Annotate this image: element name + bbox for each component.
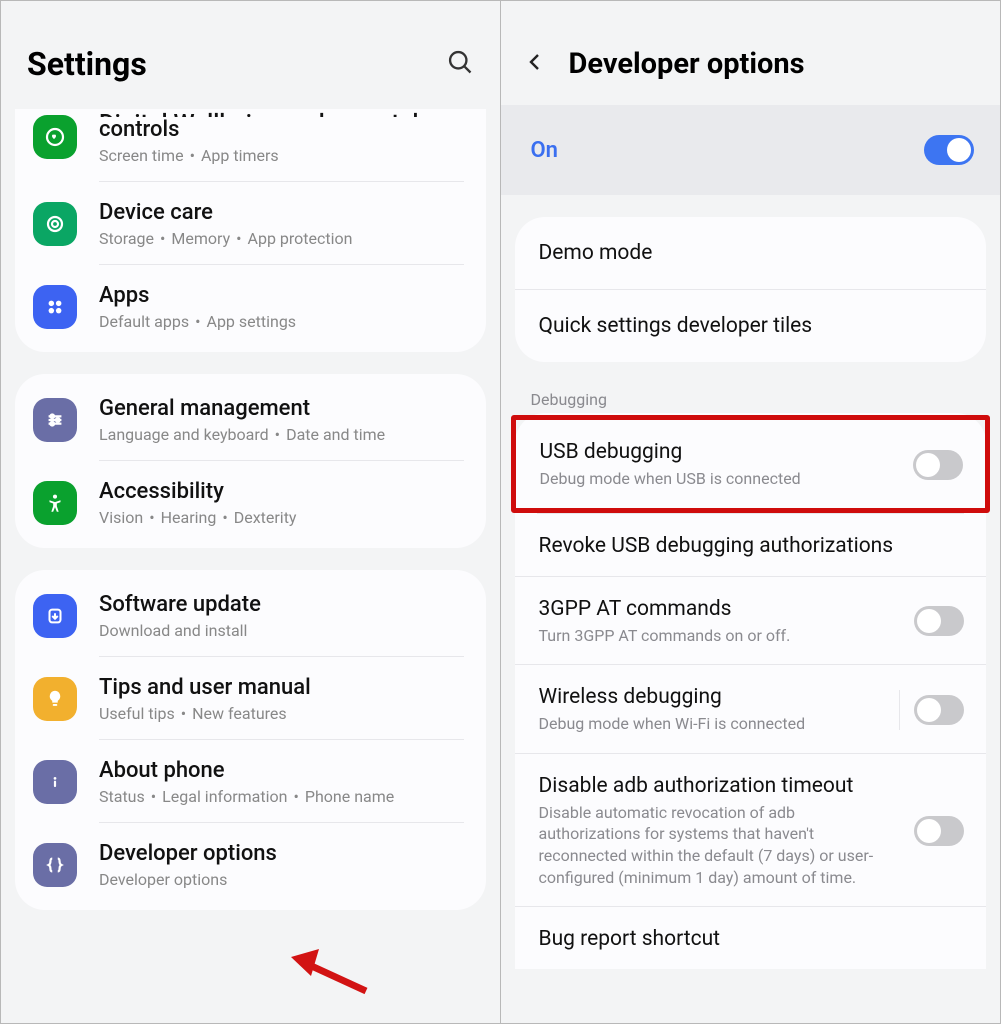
row-title: Wireless debugging — [539, 685, 886, 709]
row-subtitle: Developer options — [99, 870, 464, 889]
row-device-care[interactable]: Device care Storage•Memory•App protectio… — [15, 182, 486, 265]
master-toggle[interactable] — [924, 135, 974, 165]
row-title: Tips and user manual — [99, 675, 464, 700]
section-label-debugging: Debugging — [501, 362, 1001, 413]
row-title: Apps — [99, 283, 464, 308]
row-title: Device care — [99, 200, 464, 225]
row-apps[interactable]: Apps Default apps•App settings — [15, 265, 486, 348]
apps-grid-icon — [33, 285, 77, 329]
row-title: Software update — [99, 592, 464, 617]
settings-group-3: Software update Download and install Tip… — [15, 570, 486, 910]
search-icon[interactable] — [446, 48, 474, 80]
row-demo-mode[interactable]: Demo mode — [515, 217, 987, 290]
row-subtitle: Debug mode when Wi-Fi is connected — [539, 713, 886, 735]
3gpp-at-toggle[interactable] — [914, 606, 964, 636]
row-usb-debugging[interactable]: USB debugging Debug mode when USB is con… — [516, 420, 986, 508]
arrow-annotation — [291, 949, 371, 997]
row-subtitle: Useful tips•New features — [99, 704, 464, 723]
row-title: USB debugging — [540, 440, 900, 464]
row-digital-wellbeing[interactable]: Digital Wellbeing and parental controls … — [15, 109, 486, 182]
developer-title: Developer options — [569, 47, 805, 81]
sliders-icon — [33, 398, 77, 442]
device-care-icon — [33, 202, 77, 246]
developer-header: Developer options — [501, 1, 1001, 105]
developer-master-toggle-row[interactable]: On — [501, 105, 1001, 195]
row-subtitle: Vision•Hearing•Dexterity — [99, 508, 464, 527]
row-title: Accessibility — [99, 479, 464, 504]
row-software-update[interactable]: Software update Download and install — [15, 574, 486, 657]
row-tips[interactable]: Tips and user manual Useful tips•New fea… — [15, 657, 486, 740]
disable-adb-timeout-toggle[interactable] — [914, 816, 964, 846]
row-title: Revoke USB debugging authorizations — [539, 534, 965, 558]
row-title: Bug report shortcut — [539, 927, 965, 951]
wireless-debugging-toggle[interactable] — [914, 695, 964, 725]
row-title: Developer options — [99, 841, 464, 866]
accessibility-icon — [33, 481, 77, 525]
row-subtitle: Turn 3GPP AT commands on or off. — [539, 625, 901, 647]
dev-group-demo: Demo mode Quick settings developer tiles — [515, 217, 987, 362]
row-developer-options[interactable]: Developer options Developer options — [15, 823, 486, 906]
row-disable-adb-timeout[interactable]: Disable adb authorization timeout Disabl… — [515, 754, 987, 907]
row-title: About phone — [99, 758, 464, 783]
settings-group-2: General management Language and keyboard… — [15, 374, 486, 548]
row-title: General management — [99, 396, 464, 421]
dev-group-debugging: USB debugging Debug mode when USB is con… — [515, 413, 987, 969]
row-subtitle: Status•Legal information•Phone name — [99, 787, 464, 806]
software-update-icon — [33, 594, 77, 638]
row-subtitle: Download and install — [99, 621, 464, 640]
row-title: Disable adb authorization timeout — [539, 774, 901, 798]
row-title: 3GPP AT commands — [539, 597, 901, 621]
row-general-management[interactable]: General management Language and keyboard… — [15, 378, 486, 461]
usb-debugging-toggle[interactable] — [913, 450, 963, 480]
row-about-phone[interactable]: About phone Status•Legal information•Pho… — [15, 740, 486, 823]
developer-options-panel: Developer options On Demo mode Quick set… — [501, 1, 1001, 1023]
info-icon — [33, 760, 77, 804]
row-revoke-authorizations[interactable]: Revoke USB debugging authorizations — [515, 514, 987, 577]
row-subtitle: Language and keyboard•Date and time — [99, 425, 464, 444]
settings-panel: Settings Digital Wellbeing and parental … — [1, 1, 501, 1023]
row-subtitle: Default apps•App settings — [99, 312, 464, 331]
row-bug-report-shortcut[interactable]: Bug report shortcut — [515, 907, 987, 969]
settings-group-1: Digital Wellbeing and parental controls … — [15, 109, 486, 352]
row-3gpp-at[interactable]: 3GPP AT commands Turn 3GPP AT commands o… — [515, 577, 987, 666]
row-subtitle: Disable automatic revocation of adb auth… — [539, 802, 901, 888]
row-accessibility[interactable]: Accessibility Vision•Hearing•Dexterity — [15, 461, 486, 544]
heart-icon — [33, 115, 77, 159]
settings-header: Settings — [1, 1, 500, 109]
row-quick-settings-tiles[interactable]: Quick settings developer tiles — [515, 290, 987, 362]
row-title: controls — [99, 117, 464, 142]
row-subtitle: Screen time•App timers — [99, 146, 464, 165]
row-subtitle: Storage•Memory•App protection — [99, 229, 464, 248]
highlight-usb-debugging: USB debugging Debug mode when USB is con… — [511, 415, 991, 513]
back-icon[interactable] — [523, 50, 547, 78]
row-subtitle: Debug mode when USB is connected — [540, 468, 900, 490]
row-wireless-debugging[interactable]: Wireless debugging Debug mode when Wi-Fi… — [515, 665, 987, 754]
settings-title: Settings — [27, 45, 147, 83]
braces-icon — [33, 843, 77, 887]
tips-icon — [33, 677, 77, 721]
on-label: On — [531, 138, 558, 163]
